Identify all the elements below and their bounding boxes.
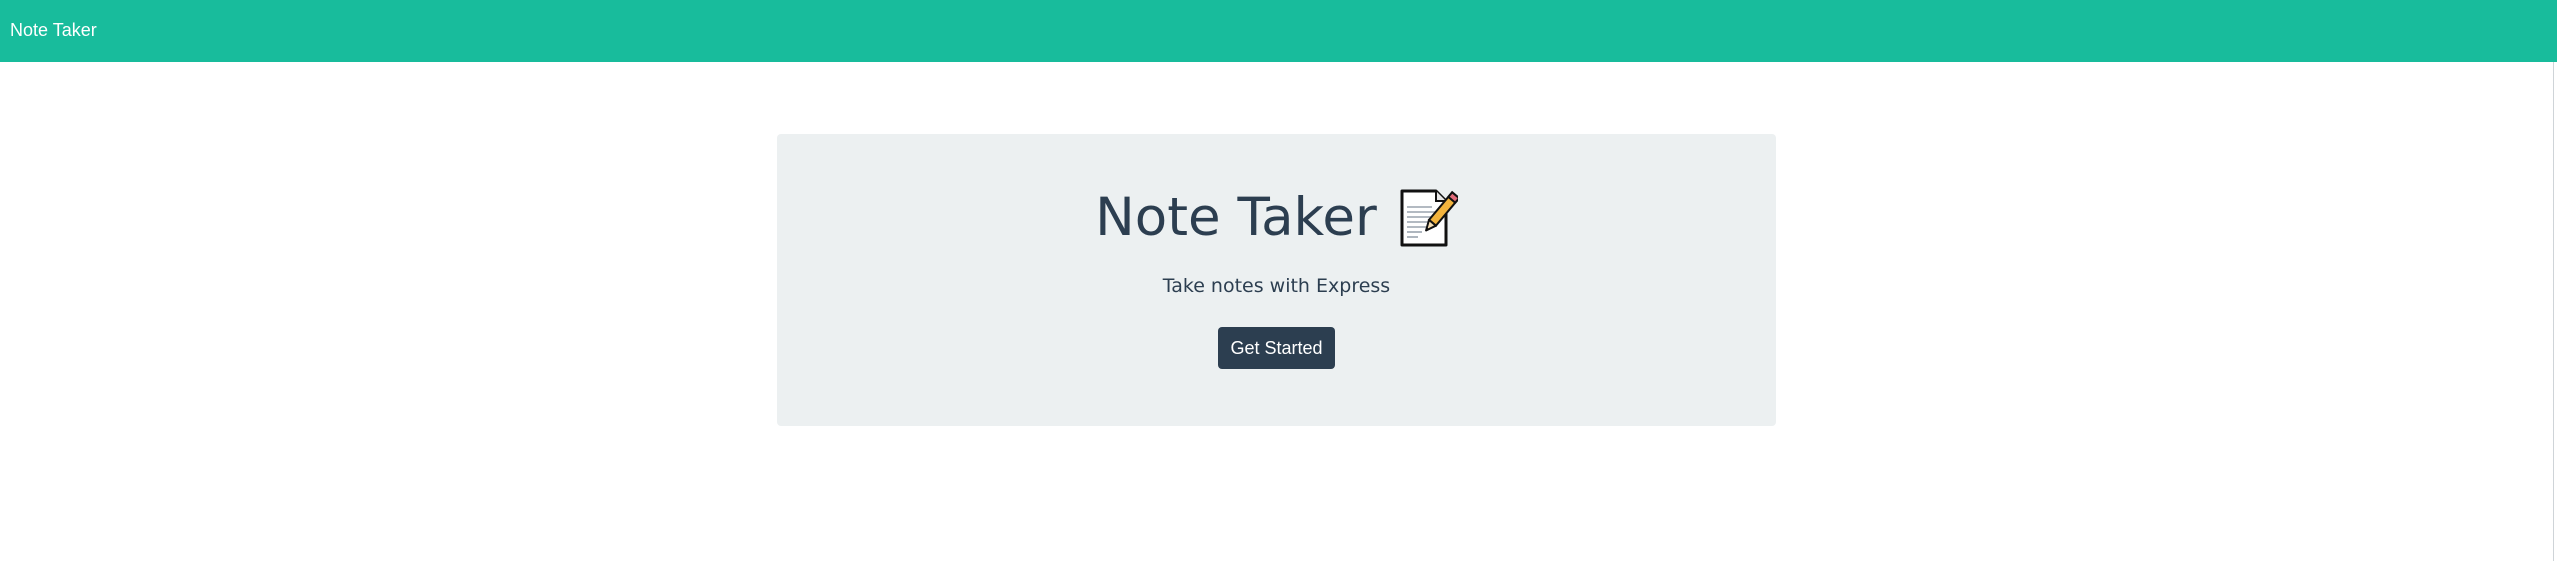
- get-started-button[interactable]: Get Started: [1218, 327, 1335, 369]
- hero-title: Note Taker: [1095, 187, 1377, 248]
- navbar: Note Taker: [0, 0, 2557, 62]
- navbar-brand-link[interactable]: Note Taker: [10, 16, 97, 44]
- hero-title-row: Note Taker: [777, 186, 1776, 250]
- page-edge-divider: [2553, 62, 2554, 561]
- memo-icon: [1400, 189, 1458, 247]
- hero-subtitle: Take notes with Express: [1162, 275, 1391, 297]
- hero-panel: Note Taker Take notes with Express Get S…: [777, 134, 1776, 426]
